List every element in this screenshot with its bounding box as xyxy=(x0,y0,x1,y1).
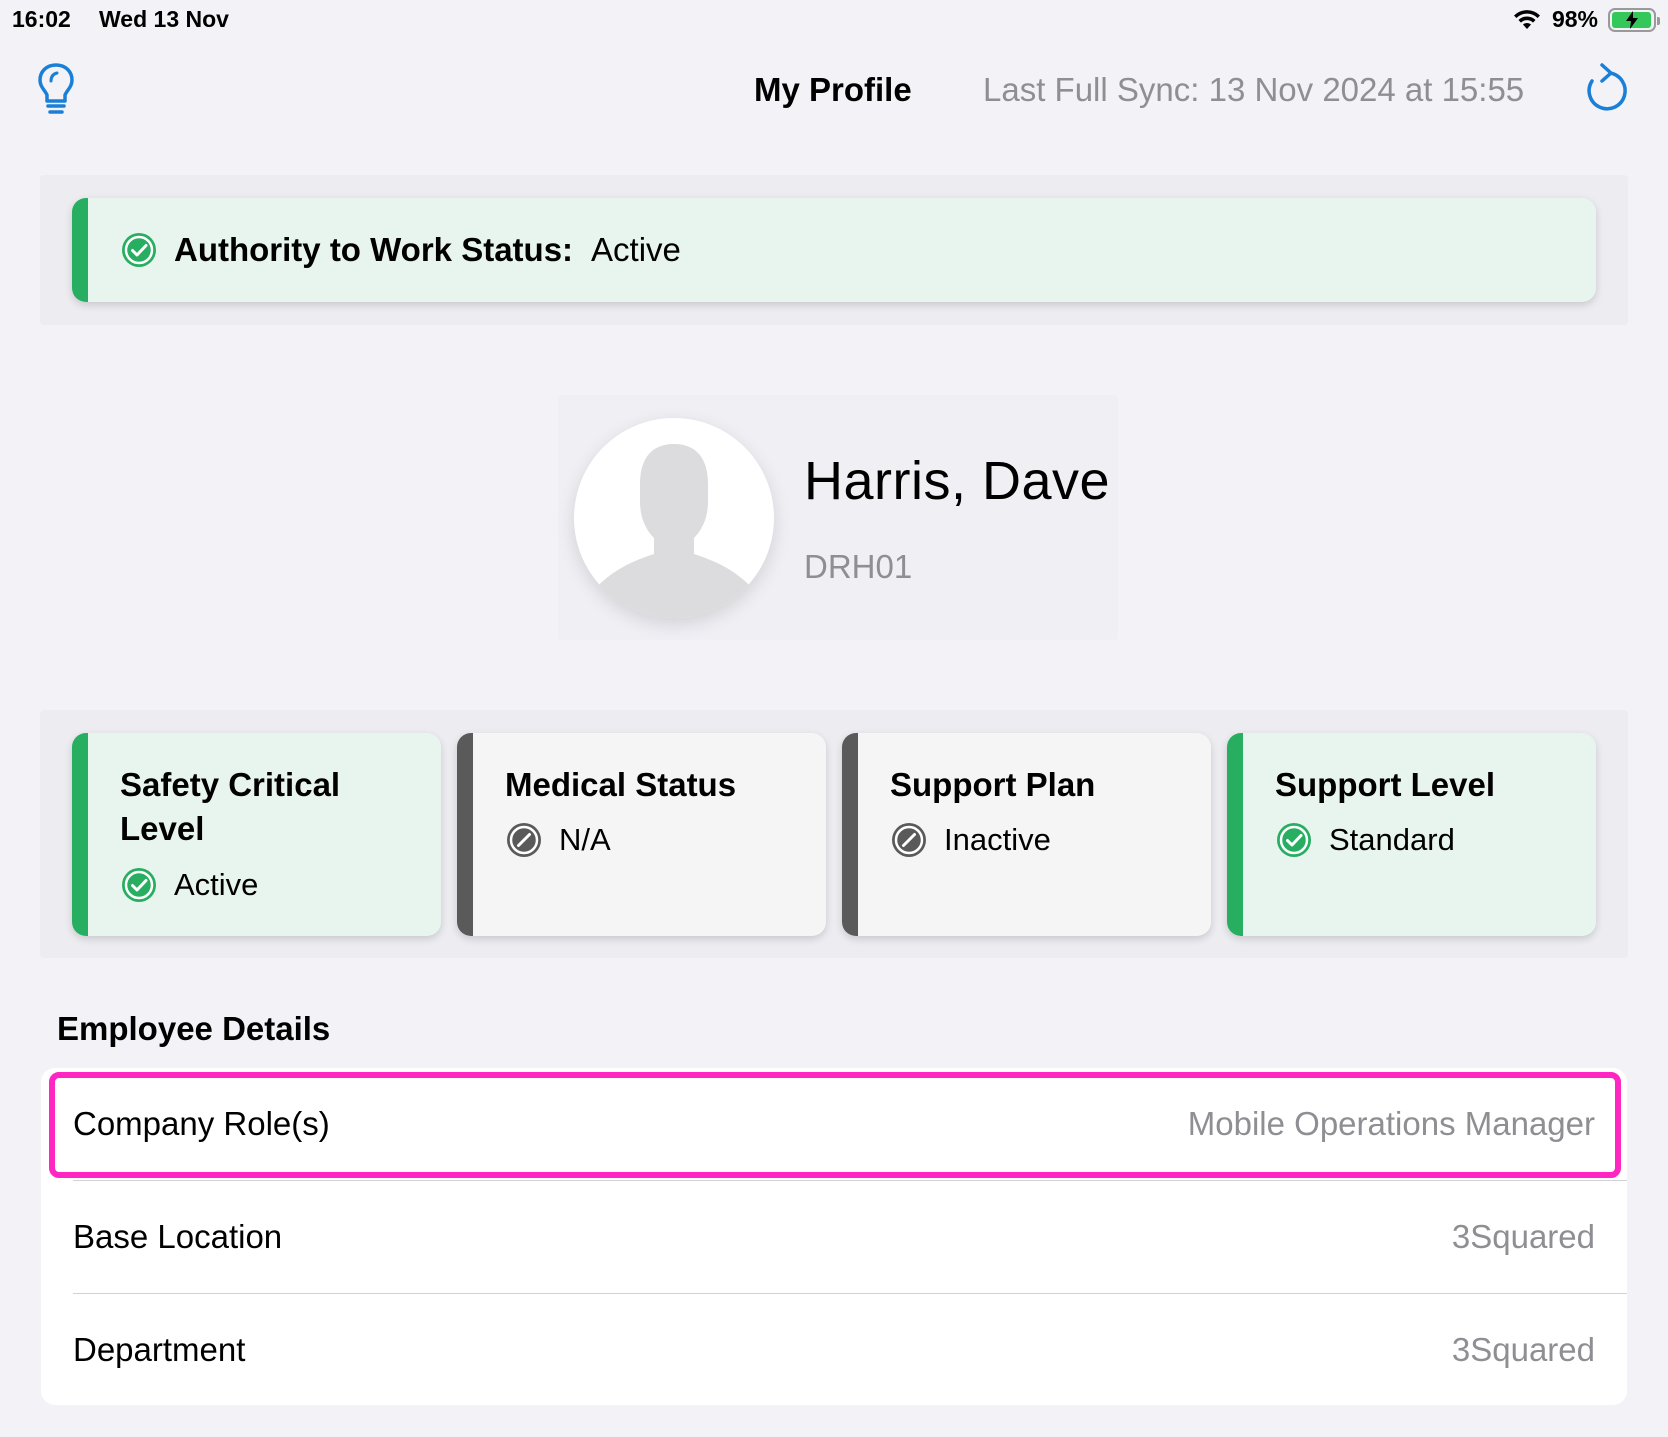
refresh-icon[interactable] xyxy=(1580,61,1630,117)
card-support-level[interactable]: Support Level Standard xyxy=(1227,733,1596,936)
card-status-value: Inactive xyxy=(944,822,1051,857)
card-title: Safety Critical Level xyxy=(120,766,341,847)
authority-status-banner: Authority to Work Status: Active xyxy=(72,198,1596,302)
detail-row-base-location[interactable]: Base Location 3Squared xyxy=(41,1181,1627,1293)
card-support-plan[interactable]: Support Plan Inactive xyxy=(842,733,1211,936)
card-title: Support Plan xyxy=(890,766,1096,803)
check-circle-icon xyxy=(122,233,156,267)
detail-label: Department xyxy=(73,1331,246,1368)
check-circle-icon xyxy=(1277,823,1311,857)
slash-circle-icon xyxy=(507,823,541,857)
authority-label: Authority to Work Status: xyxy=(174,231,574,268)
card-status: N/A xyxy=(505,821,611,859)
authority-value: Active xyxy=(591,231,681,268)
slash-circle-icon xyxy=(892,823,926,857)
detail-label: Company Role(s) xyxy=(73,1105,330,1142)
detail-label: Base Location xyxy=(73,1218,283,1255)
status-color-bar xyxy=(457,733,473,936)
card-status: Standard xyxy=(1275,821,1455,859)
profile-id: DRH01 xyxy=(804,548,913,585)
status-color-bar xyxy=(72,733,88,936)
card-status: Active xyxy=(120,866,258,904)
last-sync-label: Last Full Sync: 13 Nov 2024 at 15:55 xyxy=(983,71,1525,108)
page-title: My Profile xyxy=(754,71,912,108)
wifi-icon xyxy=(1513,9,1540,29)
nav-bar: My Profile Last Full Sync: 13 Nov 2024 a… xyxy=(0,55,1668,125)
lightbulb-icon[interactable] xyxy=(34,61,78,117)
detail-value: 3Squared xyxy=(1451,1218,1595,1255)
status-time: 16:02 xyxy=(12,6,71,32)
card-title: Medical Status xyxy=(505,766,737,803)
status-color-bar xyxy=(72,198,88,302)
status-indicators: 98% xyxy=(1512,6,1660,33)
detail-value: Mobile Operations Manager xyxy=(1187,1105,1595,1142)
person-silhouette-icon xyxy=(594,444,754,618)
battery-icon xyxy=(1608,7,1660,32)
card-status-value: Standard xyxy=(1329,822,1455,857)
status-bar: 16:02 Wed 13 Nov 98% xyxy=(0,0,1668,40)
detail-row-department[interactable]: Department 3Squared xyxy=(41,1294,1627,1405)
card-status-value: Active xyxy=(174,867,259,902)
detail-value: 3Squared xyxy=(1451,1331,1595,1368)
check-circle-icon xyxy=(122,868,156,902)
card-status-value: N/A xyxy=(559,822,611,857)
battery-percent: 98% xyxy=(1551,6,1598,32)
employee-details-heading: Employee Details xyxy=(57,1010,331,1047)
status-color-bar xyxy=(842,733,858,936)
card-status: Inactive xyxy=(890,821,1051,859)
detail-row-company-roles[interactable]: Company Role(s) Mobile Operations Manage… xyxy=(41,1068,1627,1180)
avatar xyxy=(574,418,774,618)
employee-details-list: Company Role(s) Mobile Operations Manage… xyxy=(41,1068,1627,1405)
card-safety-critical-level[interactable]: Safety Critical Level Active xyxy=(72,733,441,936)
card-title: Support Level xyxy=(1275,766,1496,803)
status-color-bar xyxy=(1227,733,1243,936)
card-medical-status[interactable]: Medical Status N/A xyxy=(457,733,826,936)
profile-name: Harris, Dave xyxy=(804,451,1111,511)
status-date: Wed 13 Nov xyxy=(99,6,229,32)
